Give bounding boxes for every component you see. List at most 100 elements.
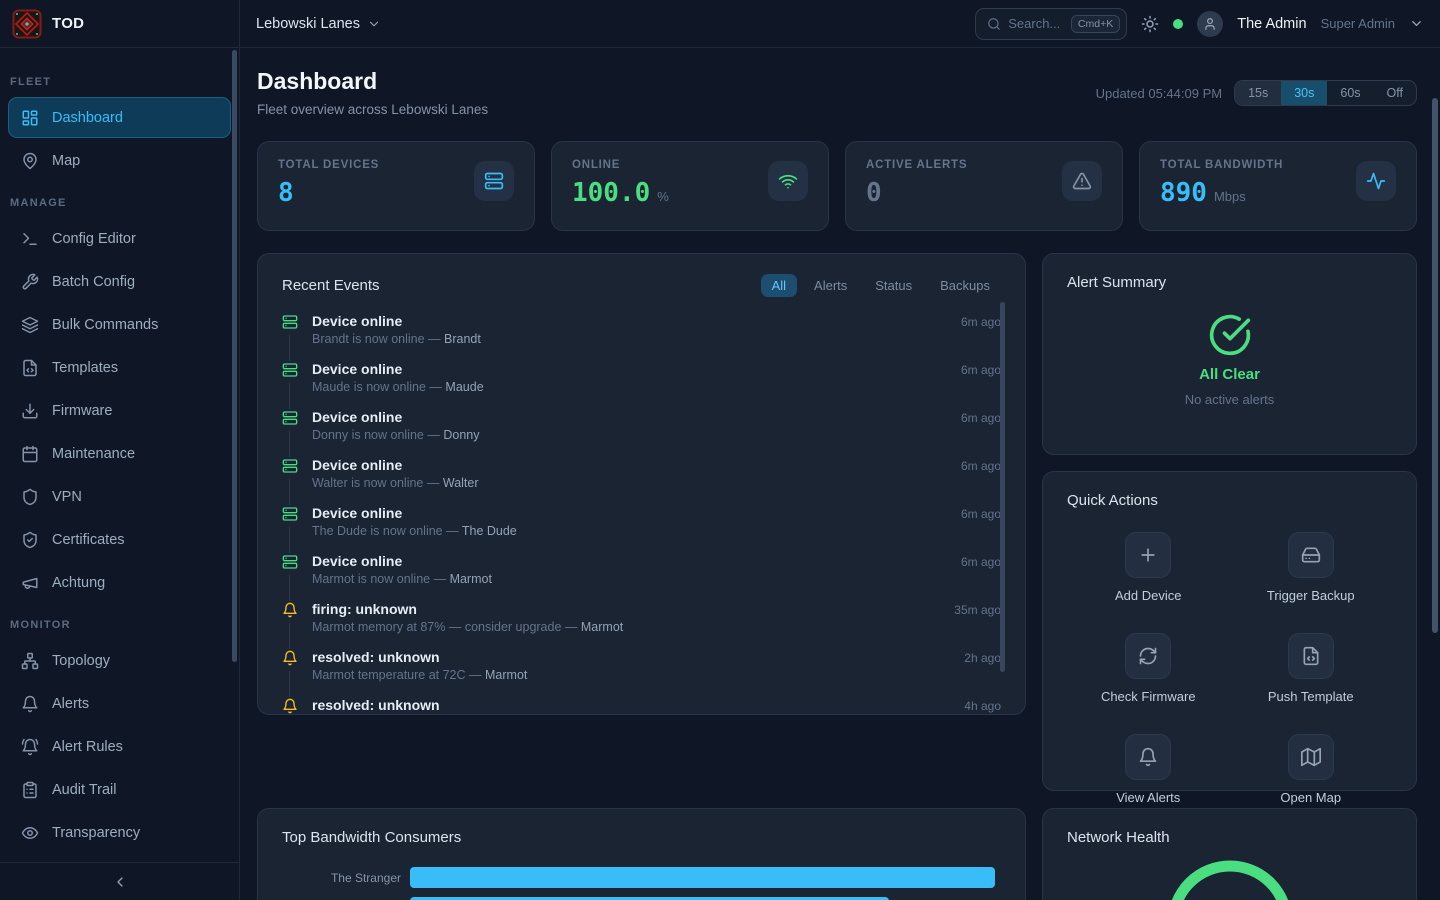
- search-shortcut-badge: Cmd+K: [1071, 15, 1120, 33]
- hard-drive-icon[interactable]: [1288, 532, 1334, 578]
- event-detail: Marmot memory at 87% — consider upgrade …: [312, 620, 577, 634]
- trigger-backup-action[interactable]: Trigger Backup: [1230, 532, 1393, 603]
- theme-toggle-sun-icon[interactable]: [1141, 15, 1159, 33]
- stat-unit: %: [657, 189, 669, 204]
- bandwidth-title: Top Bandwidth Consumers: [282, 829, 461, 846]
- event-row: Device online6m ago Walter is now online…: [282, 457, 1001, 490]
- stat-label: TOTAL DEVICES: [278, 159, 474, 171]
- server-icon: [282, 553, 298, 575]
- sidebar-item-label: VPN: [52, 489, 82, 505]
- open-map-action[interactable]: Open Map: [1230, 734, 1393, 805]
- main-scrollbar[interactable]: [1432, 98, 1438, 633]
- fleet-selector[interactable]: Lebowski Lanes: [256, 16, 381, 32]
- refresh-option-30s[interactable]: 30s: [1281, 81, 1327, 105]
- refresh-option-15s[interactable]: 15s: [1235, 81, 1281, 105]
- sidebar-item-certificates[interactable]: Certificates: [8, 519, 231, 560]
- sidebar-collapse-button[interactable]: [0, 862, 239, 900]
- app-name: TOD: [52, 15, 84, 32]
- sidebar-item-bulk-commands[interactable]: Bulk Commands: [8, 304, 231, 345]
- dashboard-icon: [21, 109, 39, 127]
- stat-value: 0: [866, 178, 882, 208]
- avatar[interactable]: [1197, 11, 1223, 37]
- sidebar-item-map[interactable]: Map: [8, 140, 231, 181]
- sidebar-item-maintenance[interactable]: Maintenance: [8, 433, 231, 474]
- alert-summary-title: Alert Summary: [1067, 274, 1392, 291]
- stat-label: TOTAL BANDWIDTH: [1160, 159, 1356, 171]
- tab-status[interactable]: Status: [864, 274, 923, 297]
- bell-icon[interactable]: [1125, 734, 1171, 780]
- app-logo: [12, 9, 42, 39]
- sidebar-item-label: Bulk Commands: [52, 317, 158, 333]
- event-time: 4h ago: [964, 699, 1001, 713]
- terminal-icon: [21, 230, 39, 248]
- map-icon[interactable]: [1288, 734, 1334, 780]
- event-row: Device online6m ago Maude is now online …: [282, 361, 1001, 394]
- sidebar-item-topology[interactable]: Topology: [8, 640, 231, 681]
- bandwidth-bar: [410, 867, 995, 888]
- main-content: Dashboard Fleet overview across Lebowski…: [240, 48, 1440, 900]
- action-label: Open Map: [1280, 790, 1341, 805]
- event-device: Walter: [443, 476, 479, 490]
- events-scrollbar[interactable]: [1000, 302, 1005, 672]
- sidebar-item-vpn[interactable]: VPN: [8, 476, 231, 517]
- bandwidth-device-label: The Stranger: [282, 871, 410, 885]
- shield-icon: [21, 488, 39, 506]
- search-input[interactable]: Search... Cmd+K: [975, 8, 1127, 40]
- search-icon: [987, 17, 1001, 31]
- tab-alerts[interactable]: Alerts: [803, 274, 858, 297]
- chevron-left-icon: [112, 874, 128, 890]
- clipboard-list-icon: [21, 781, 39, 799]
- sidebar-section-manage: MANAGE: [10, 197, 239, 209]
- sidebar-item-transparency[interactable]: Transparency: [8, 812, 231, 853]
- sidebar-item-dashboard[interactable]: Dashboard: [8, 97, 231, 138]
- bell-icon: [21, 695, 39, 713]
- file-code-icon[interactable]: [1288, 633, 1334, 679]
- alert-detail-text: No active alerts: [1185, 392, 1275, 407]
- sidebar-item-label: Map: [52, 153, 80, 169]
- refresh-icon[interactable]: [1125, 633, 1171, 679]
- sidebar-scrollbar[interactable]: [232, 50, 237, 662]
- action-label: Trigger Backup: [1267, 588, 1355, 603]
- health-ring: [1162, 855, 1298, 900]
- tab-backups[interactable]: Backups: [929, 274, 1001, 297]
- bell-icon: [282, 601, 298, 623]
- action-label: Check Firmware: [1101, 689, 1196, 704]
- refresh-option-60s[interactable]: 60s: [1327, 81, 1373, 105]
- sidebar-item-alerts[interactable]: Alerts: [8, 683, 231, 724]
- event-device: Maude: [445, 380, 483, 394]
- sidebar-item-achtung[interactable]: Achtung: [8, 562, 231, 603]
- event-time: 6m ago: [961, 507, 1001, 521]
- event-title: resolved: unknown: [312, 697, 440, 713]
- check-firmware-action[interactable]: Check Firmware: [1067, 633, 1230, 704]
- event-title: firing: unknown: [312, 601, 417, 617]
- action-label: View Alerts: [1116, 790, 1180, 805]
- sidebar-item-label: Audit Trail: [52, 782, 116, 798]
- bell-icon: [282, 649, 298, 671]
- recent-events-title: Recent Events: [282, 277, 380, 294]
- sidebar-item-templates[interactable]: Templates: [8, 347, 231, 388]
- refresh-option-off[interactable]: Off: [1374, 81, 1416, 105]
- view-alerts-action[interactable]: View Alerts: [1067, 734, 1230, 805]
- event-row: Device online6m ago Donny is now online …: [282, 409, 1001, 442]
- sidebar-item-audit-trail[interactable]: Audit Trail: [8, 769, 231, 810]
- event-detail: Walter is now online —: [312, 476, 439, 490]
- alert-status-text: All Clear: [1199, 366, 1260, 383]
- event-row: Device online6m ago Brandt is now online…: [282, 313, 1001, 346]
- sidebar-item-firmware[interactable]: Firmware: [8, 390, 231, 431]
- sidebar-item-label: Dashboard: [52, 110, 123, 126]
- alert-triangle-icon: [1062, 161, 1102, 201]
- connection-status-dot: [1173, 19, 1183, 29]
- user-menu-chevron-icon[interactable]: [1409, 16, 1424, 31]
- sidebar-item-config-editor[interactable]: Config Editor: [8, 218, 231, 259]
- stat-value: 100.0: [572, 178, 650, 208]
- event-row: Device online6m ago Marmot is now online…: [282, 553, 1001, 586]
- stat-card-active-alerts: ACTIVE ALERTS 0: [845, 141, 1123, 231]
- plus-icon[interactable]: [1125, 532, 1171, 578]
- sidebar-item-label: Transparency: [52, 825, 140, 841]
- add-device-action[interactable]: Add Device: [1067, 532, 1230, 603]
- tab-all[interactable]: All: [761, 274, 797, 297]
- sidebar-item-alert-rules[interactable]: Alert Rules: [8, 726, 231, 767]
- push-template-action[interactable]: Push Template: [1230, 633, 1393, 704]
- event-row: Device online6m ago The Dude is now onli…: [282, 505, 1001, 538]
- sidebar-item-batch-config[interactable]: Batch Config: [8, 261, 231, 302]
